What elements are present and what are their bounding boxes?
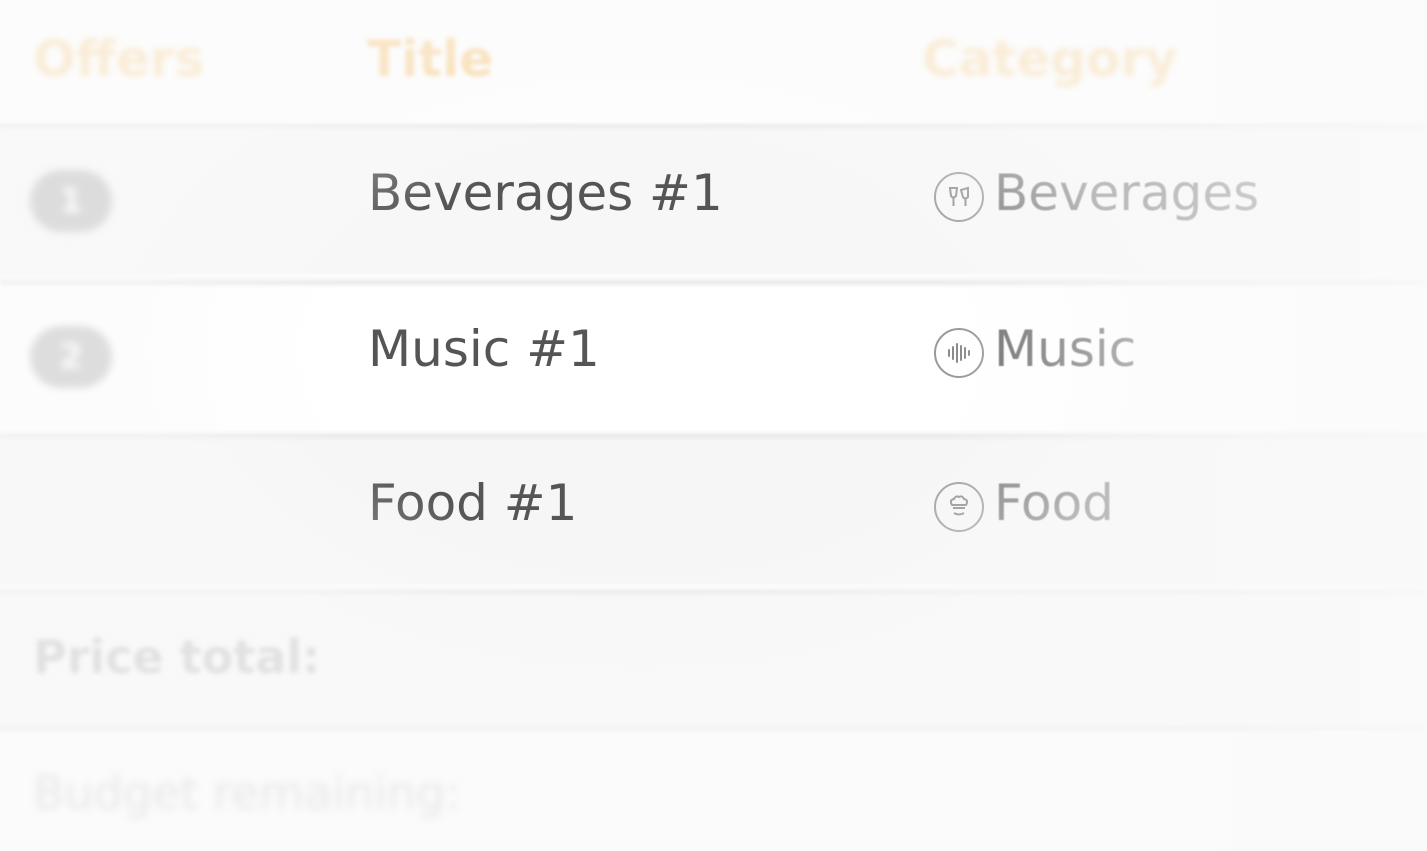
row-divider (0, 434, 1427, 440)
row-category: Food (994, 474, 1114, 532)
row-title: Beverages #1 (368, 164, 723, 222)
row-divider (0, 124, 1427, 130)
row-title: Food #1 (368, 474, 578, 532)
offer-count-badge: 1 (30, 170, 112, 232)
row-category: Music (994, 320, 1137, 378)
column-header-offers[interactable]: Offers (33, 30, 204, 88)
row-divider (0, 726, 1427, 732)
column-header-category[interactable]: Category (922, 30, 1178, 88)
table-header: Offers Title Category (0, 0, 1427, 124)
offer-count-badge: 2 (30, 326, 112, 388)
budget-remaining-row: Budget remaining: (0, 726, 1427, 851)
table-row[interactable]: 2 Music #1 Music (0, 280, 1427, 430)
row-category: Beverages (994, 164, 1260, 222)
row-divider (0, 280, 1427, 286)
glasses-toast-icon (934, 172, 984, 222)
table-row[interactable]: 1 Beverages #1 Beverages (0, 124, 1427, 274)
row-title: Music #1 (368, 320, 600, 378)
budget-remaining-label: Budget remaining: (33, 766, 461, 820)
price-total-row: Price total: (0, 590, 1427, 726)
table-row[interactable]: Food #1 Food (0, 434, 1427, 584)
chef-icon (934, 482, 984, 532)
row-divider (0, 590, 1427, 596)
offers-table-view: Offers Title Category 1 Beverages #1 Bev… (0, 0, 1427, 851)
price-total-label: Price total: (33, 630, 321, 684)
sound-wave-icon (934, 328, 984, 378)
column-header-title[interactable]: Title (367, 30, 493, 88)
